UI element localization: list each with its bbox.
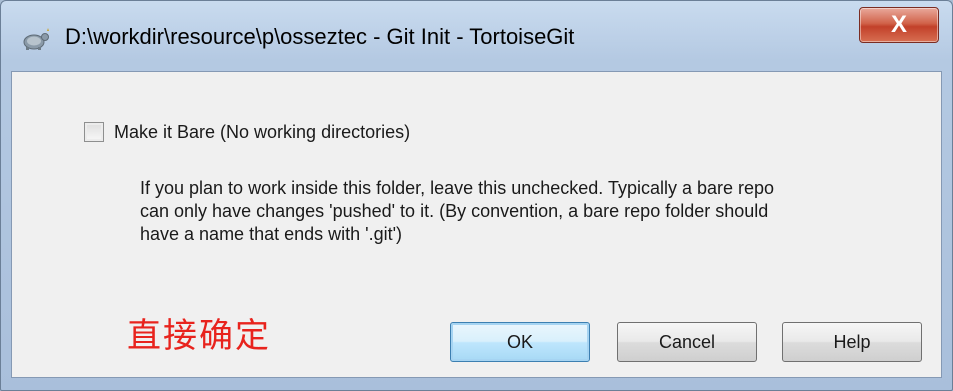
window-title: D:\workdir\resource\p\osseztec - Git Ini… [65, 24, 575, 49]
git-init-dialog: D:\workdir\resource\p\osseztec - Git Ini… [0, 0, 953, 391]
close-icon: X [890, 11, 907, 38]
title-bar[interactable]: D:\workdir\resource\p\osseztec - Git Ini… [1, 1, 952, 71]
bare-description: If you plan to work inside this folder, … [140, 177, 930, 246]
make-bare-label[interactable]: Make it Bare (No working directories) [114, 122, 410, 143]
make-bare-checkbox[interactable] [84, 122, 104, 142]
cancel-button[interactable]: Cancel [617, 322, 757, 362]
description-line: If you plan to work inside this folder, … [140, 178, 775, 198]
dialog-body: Make it Bare (No working directories) If… [11, 71, 942, 378]
description-line: have a name that ends with '.git') [140, 224, 403, 244]
close-button[interactable]: X [859, 7, 939, 43]
help-button[interactable]: Help [782, 322, 922, 362]
tortoisegit-icon [23, 28, 49, 50]
ok-button[interactable]: OK [450, 322, 590, 362]
red-annotation-text: 直接确定 [127, 316, 271, 356]
description-line: can only have changes 'pushed' to it. (B… [140, 201, 769, 221]
